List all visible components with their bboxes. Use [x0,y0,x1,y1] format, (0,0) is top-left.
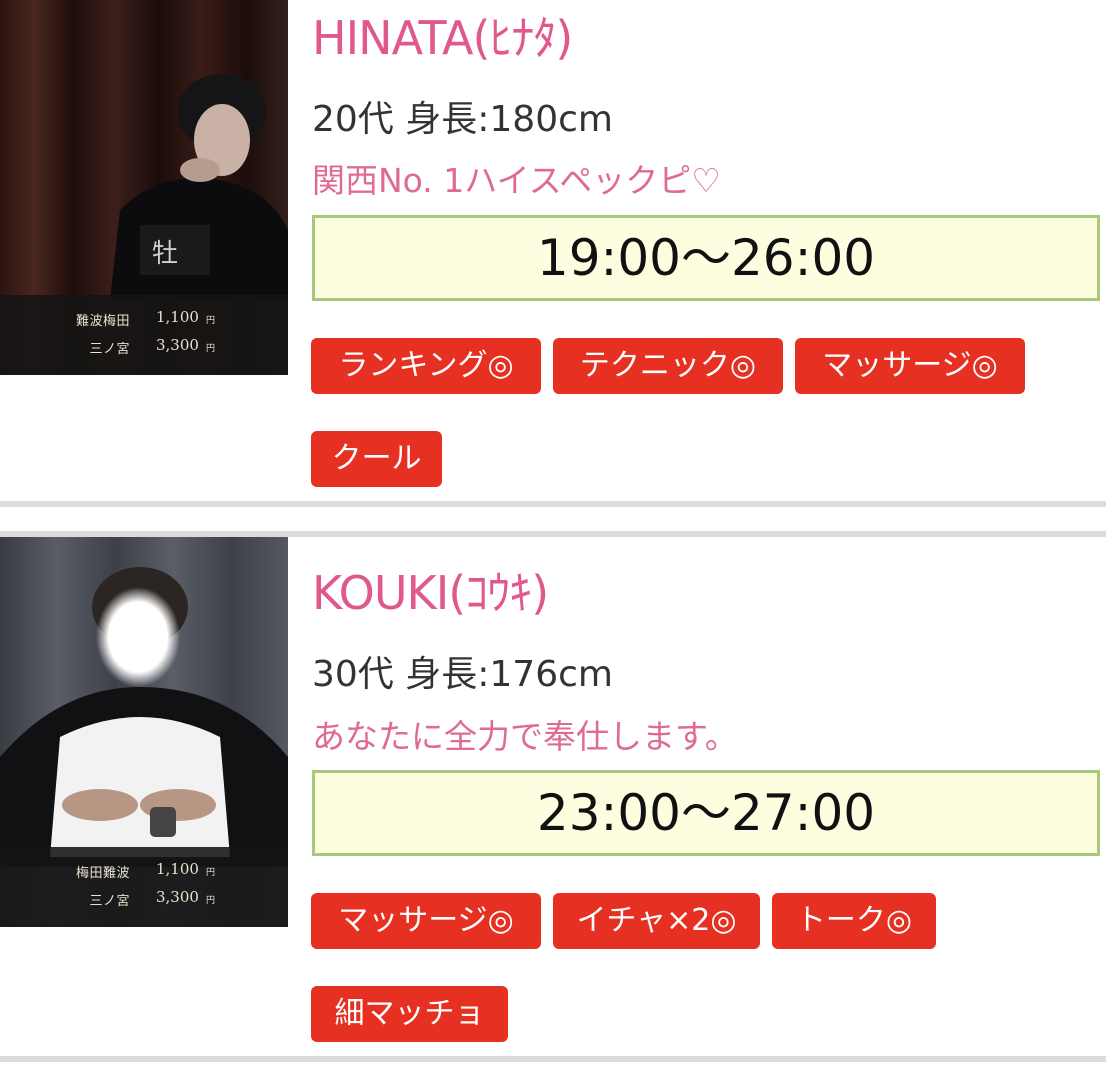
price-row: 三ノ宮 3,300 円 [0,333,288,361]
price-area: 難波梅田 [75,314,130,329]
work-hours: 23:00〜27:00 [312,770,1100,856]
tag-badge: マッサージ◎ [311,893,541,949]
price-area: 三ノ宮 [89,342,130,357]
tag-badge: イチャ×2◎ [553,893,760,949]
price-unit: 円 [206,316,216,326]
work-hours: 19:00〜26:00 [312,215,1100,301]
price-area: 三ノ宮 [89,894,130,909]
price-row: 梅田難波 1,100 円 [0,857,288,885]
cast-photo[interactable]: 牡 難波梅田 1,100 円 三ノ宮 3,300 円 [0,0,288,375]
price-area: 梅田難波 [75,866,130,881]
cast-catchphrase: 関西No. 1ハイスペックピ♡ [312,161,721,200]
price-amount: 3,300 [156,336,199,354]
svg-text:牡: 牡 [152,239,178,269]
price-unit: 円 [206,896,216,906]
price-row: 難波梅田 1,100 円 [0,305,288,333]
price-unit: 円 [206,344,216,354]
price-row: 三ノ宮 3,300 円 [0,885,288,913]
cast-name[interactable]: KOUKI(ｺｳｷ) [312,557,549,623]
cast-name[interactable]: HINATA(ﾋﾅﾀ) [312,2,573,68]
tag-badge: マッサージ◎ [795,338,1025,394]
price-amount: 1,100 [156,308,199,326]
cast-card-hinata[interactable]: 牡 難波梅田 1,100 円 三ノ宮 3,300 円 HINATA(ﾋﾅﾀ) 2… [0,0,1106,505]
cast-catchphrase: あなたに全力で奉仕します。 [312,717,738,756]
tag-badge: トーク◎ [772,893,936,949]
cast-card-kouki[interactable]: 梅田難波 1,100 円 三ノ宮 3,300 円 KOUKI(ｺｳｷ) 30代 … [0,537,1106,1057]
tag-badge: テクニック◎ [553,338,783,394]
cast-photo[interactable]: 梅田難波 1,100 円 三ノ宮 3,300 円 [0,537,288,927]
section-divider [0,501,1106,507]
cast-age-height: 30代 身長:176cm [312,654,613,695]
tag-badge: 細マッチョ [311,986,508,1042]
price-amount: 1,100 [156,860,199,878]
tag-badge: ランキング◎ [311,338,541,394]
price-unit: 円 [206,868,216,878]
price-amount: 3,300 [156,888,199,906]
section-divider [0,1056,1106,1062]
price-band: 難波梅田 1,100 円 三ノ宮 3,300 円 [0,295,288,375]
price-band: 梅田難波 1,100 円 三ノ宮 3,300 円 [0,847,288,927]
cast-age-height: 20代 身長:180cm [312,99,613,140]
tag-badge: クール [311,431,442,487]
